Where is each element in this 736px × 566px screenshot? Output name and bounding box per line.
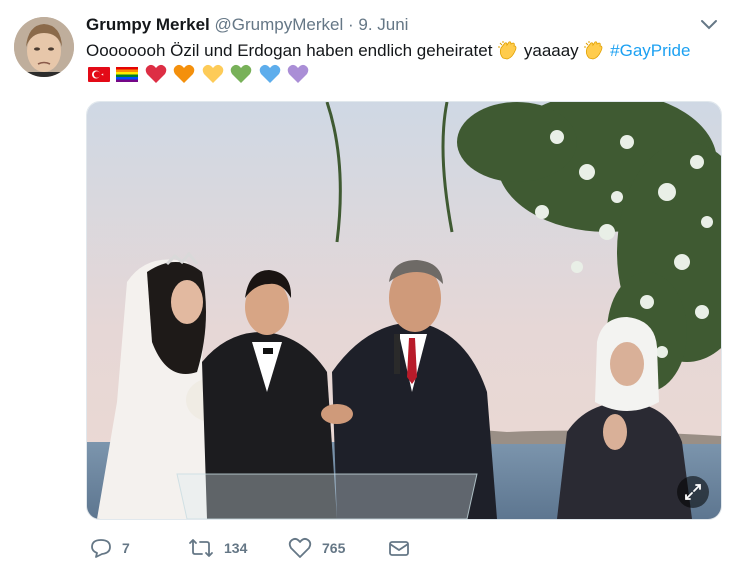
reply-count: 7: [122, 540, 130, 556]
red-heart-icon: [145, 64, 167, 83]
like-count: 765: [322, 540, 346, 556]
chevron-down-icon[interactable]: [699, 18, 719, 32]
retweet-button[interactable]: 134: [188, 536, 247, 560]
reply-button[interactable]: 7: [90, 536, 130, 560]
tweet-header: Grumpy Merkel @GrumpyMerkel · 9. Juni: [86, 15, 408, 35]
direct-message-button[interactable]: [388, 536, 420, 560]
separator-dot: ·: [347, 15, 354, 34]
rainbow-flag-icon: [116, 66, 139, 82]
reply-icon: [91, 539, 111, 558]
emoji-row: [88, 64, 311, 86]
orange-heart-icon: [174, 64, 195, 83]
hashtag-link[interactable]: #GayPride: [610, 41, 690, 60]
blue-heart-icon: [259, 64, 281, 83]
yellow-heart-icon: [202, 64, 224, 83]
tweet-text-part2: yaaaay: [519, 41, 584, 60]
expand-icon[interactable]: [677, 476, 709, 508]
retweet-icon: [189, 539, 213, 557]
avatar[interactable]: [14, 17, 74, 77]
author-name[interactable]: Grumpy Merkel: [86, 15, 210, 34]
retweet-count: 134: [224, 540, 248, 556]
tweet-media-photo[interactable]: [86, 101, 722, 520]
like-button[interactable]: 765: [288, 536, 345, 560]
heart-icon: [288, 537, 312, 558]
clapping-hands-icon: [584, 41, 603, 60]
author-handle[interactable]: @GrumpyMerkel: [215, 15, 344, 34]
turkey-flag-icon: [88, 66, 110, 82]
purple-heart-icon: [287, 64, 309, 83]
tweet-text: Oooooooh Özil und Erdogan haben endlich …: [86, 40, 726, 62]
green-heart-icon: [230, 64, 252, 83]
tweet-text-part1: Oooooooh Özil und Erdogan haben endlich …: [86, 41, 498, 60]
envelope-icon: [389, 541, 409, 556]
tweet-date[interactable]: 9. Juni: [358, 15, 408, 34]
clapping-hands-icon: [498, 41, 517, 60]
